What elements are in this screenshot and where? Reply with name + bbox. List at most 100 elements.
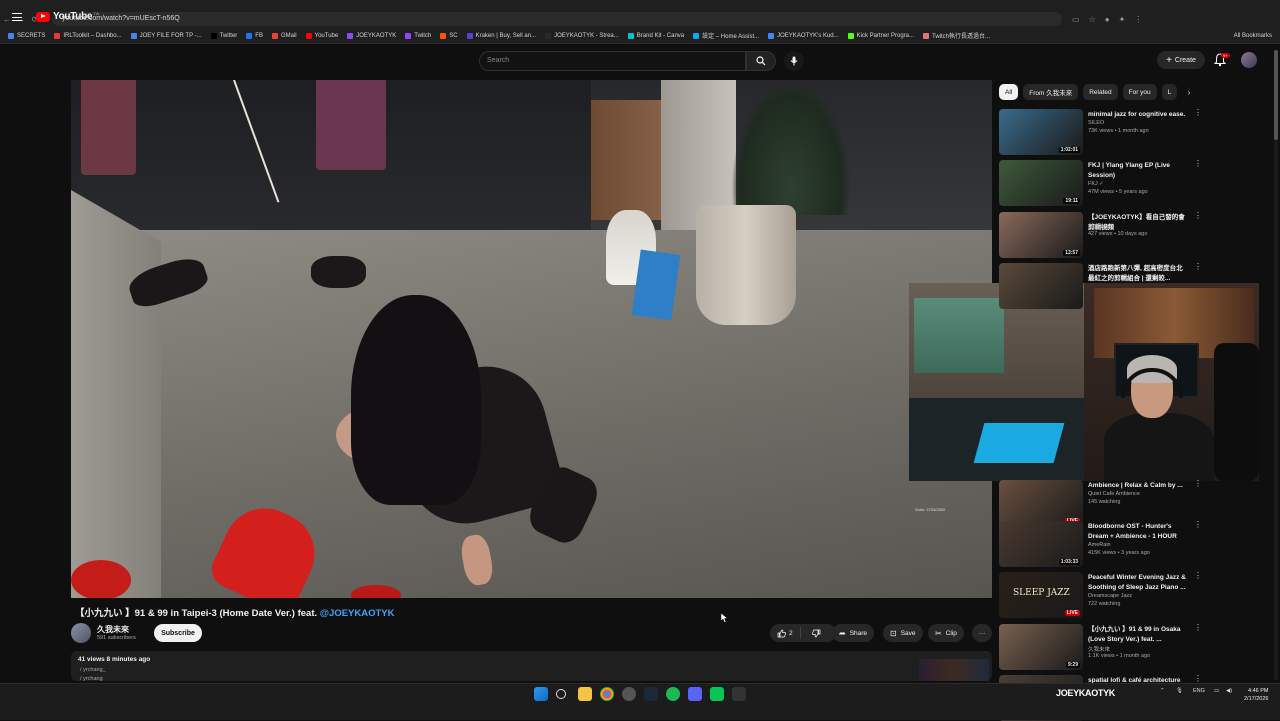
- scrollbar-thumb[interactable]: [1274, 50, 1278, 140]
- bookmark-item[interactable]: 設定 – Home Assist...: [693, 31, 759, 40]
- all-bookmarks-button[interactable]: All Bookmarks: [1234, 33, 1272, 39]
- more-options-icon[interactable]: ⋮: [1194, 675, 1202, 683]
- url-field[interactable]: youtube.com/watch?v=mUEscT-n56Q: [52, 12, 1062, 26]
- recommendation-item[interactable]: 19:11 FKJ | Ylang Ylang EP (Live Session)…: [999, 160, 1267, 206]
- more-options-icon[interactable]: ⋮: [1194, 109, 1202, 117]
- more-options-icon[interactable]: ⋮: [1194, 212, 1202, 220]
- video-thumbnail[interactable]: 1:02:01: [999, 109, 1083, 155]
- cast-icon[interactable]: ▭: [1072, 15, 1080, 24]
- subscribe-button[interactable]: Subscribe: [154, 624, 202, 642]
- description-link[interactable]: / yrchang: [80, 676, 103, 681]
- recommendation-channel[interactable]: FKJ ✓: [1088, 181, 1104, 187]
- recommendation-channel[interactable]: SILEO: [1088, 120, 1104, 126]
- filter-chip[interactable]: L: [1161, 84, 1178, 100]
- discord-icon[interactable]: [688, 687, 702, 701]
- chevron-right-icon[interactable]: ›: [1183, 84, 1195, 100]
- filter-chip[interactable]: All: [999, 84, 1019, 100]
- create-button[interactable]: + Create: [1157, 51, 1205, 69]
- line-icon[interactable]: [710, 687, 724, 701]
- bookmark-item[interactable]: JOEYKAOTYK: [347, 32, 396, 39]
- more-options-icon[interactable]: ⋮: [1194, 263, 1202, 271]
- youtube-logo[interactable]: YouTube TW: [36, 11, 99, 22]
- dislike-button[interactable]: [805, 629, 828, 638]
- account-avatar[interactable]: [1241, 52, 1257, 68]
- taskbar-search-icon[interactable]: [556, 689, 566, 699]
- network-icon[interactable]: ▭: [1214, 688, 1219, 694]
- bookmark-item[interactable]: JOEYKAOTYK - Strea...: [545, 32, 619, 39]
- channel-name[interactable]: 久我未來: [97, 624, 129, 635]
- more-options-icon[interactable]: ⋮: [1194, 160, 1202, 168]
- tray-chevron-icon[interactable]: ⌃: [1160, 688, 1165, 694]
- bookmark-item[interactable]: GMail: [271, 32, 297, 39]
- bookmark-item[interactable]: IRLToolkit – Dashbo...: [54, 32, 122, 39]
- bookmark-item[interactable]: Kick Partner Progra...: [847, 32, 914, 39]
- more-actions-button[interactable]: ···: [972, 624, 992, 642]
- bookmark-item[interactable]: Twitch執行長透過台...: [923, 31, 990, 40]
- video-thumbnail[interactable]: [999, 263, 1083, 309]
- share-button[interactable]: ➦ Share: [832, 624, 875, 642]
- more-options-icon[interactable]: ⋮: [1194, 572, 1202, 580]
- more-options-icon[interactable]: ⋮: [1194, 521, 1202, 529]
- recommendation-item[interactable]: 13:57 【JOEYKAOTYK】看自己發的會剪輯視頻 久我未來 427 views…: [999, 212, 1267, 258]
- video-thumbnail[interactable]: LIVE: [999, 480, 1083, 526]
- more-options-icon[interactable]: ⋮: [1194, 480, 1202, 488]
- voice-search-button[interactable]: [784, 51, 804, 71]
- video-thumbnail[interactable]: 19:11: [999, 160, 1083, 206]
- file-explorer-icon[interactable]: [578, 687, 592, 701]
- recommendation-channel[interactable]: AmeRain: [1088, 542, 1111, 548]
- recommendation-item[interactable]: 1:02:01 minimal jazz for cognitive ease. S…: [999, 109, 1267, 155]
- spotify-icon[interactable]: [666, 687, 680, 701]
- more-options-icon[interactable]: ⋮: [1194, 624, 1202, 632]
- search-input[interactable]: Search: [479, 51, 746, 71]
- page-scrollbar[interactable]: [1274, 50, 1278, 680]
- like-button[interactable]: 2: [770, 627, 801, 639]
- recommendation-channel[interactable]: 久我未來: [1088, 223, 1110, 231]
- video-thumbnail[interactable]: 9:29: [999, 624, 1083, 670]
- recommendation-channel[interactable]: Quiet Cafe Ambience: [1088, 491, 1140, 497]
- search-button[interactable]: [746, 51, 776, 71]
- recommendation-item[interactable]: LIVE Ambience | Relax & Calm by ...Quiet …: [999, 480, 1267, 526]
- microphone-tray-icon[interactable]: 🎙: [1176, 688, 1183, 694]
- bookmark-item[interactable]: JOEY FILE FOR TP -...: [130, 32, 202, 39]
- description-box[interactable]: [71, 651, 992, 681]
- bookmark-item[interactable]: Twitch: [405, 32, 431, 39]
- recommendation-channel[interactable]: Dreamscape Jazz: [1088, 593, 1132, 599]
- app-icon[interactable]: [622, 687, 636, 701]
- filter-chip[interactable]: Related: [1083, 84, 1118, 100]
- windows-start-icon[interactable]: [534, 687, 548, 701]
- video-thumbnail[interactable]: 1:03:33: [999, 521, 1083, 567]
- bookmark-item[interactable]: Kraken | Buy, Sell an...: [466, 32, 536, 39]
- bookmark-star-icon[interactable]: ☆: [1089, 15, 1096, 24]
- bookmark-item[interactable]: FB: [246, 32, 263, 39]
- volume-icon[interactable]: ◀): [1226, 688, 1232, 694]
- bookmark-item[interactable]: JOEYKAOTYK's Kud...: [768, 32, 839, 39]
- clip-button[interactable]: ✂ Clip: [928, 624, 964, 642]
- filter-chip[interactable]: From 久我未來: [1023, 84, 1079, 100]
- recommendation-title[interactable]: 【小九九い 】91 & 99 in Osaka (Love Story Ver.…: [1088, 625, 1190, 644]
- recommendation-channel[interactable]: 久我未來: [1088, 645, 1110, 653]
- recommendation-title[interactable]: minimal jazz for cognitive ease.: [1088, 110, 1190, 120]
- video-player[interactable]: [71, 80, 992, 598]
- extensions-puzzle-icon[interactable]: ✦: [1119, 15, 1126, 24]
- title-mention-link[interactable]: @JOEYKAOTYK: [320, 608, 395, 619]
- bookmark-item[interactable]: Twitter: [210, 32, 237, 39]
- video-thumbnail[interactable]: SLEEP JAZZ LIVE: [999, 572, 1083, 618]
- save-button[interactable]: ⊡ Save: [883, 624, 923, 642]
- bookmark-item[interactable]: Brand Kit - Canva: [627, 32, 684, 39]
- language-indicator[interactable]: ENG: [1193, 688, 1205, 694]
- description-link[interactable]: / yrchang_: [80, 667, 106, 673]
- recommendation-title[interactable]: 酒店路跑新第八彈, 超高密度台北 最紅之的剪輯組合 | 還剩皎...: [1088, 264, 1190, 283]
- audio-app-icon[interactable]: [732, 687, 746, 701]
- menu-kebab-icon[interactable]: ⋮: [1134, 15, 1142, 24]
- channel-avatar[interactable]: [71, 623, 91, 643]
- bookmark-item[interactable]: SECRETS: [8, 32, 45, 39]
- recommendation-title[interactable]: Bloodborne OST - Hunter's Dream + Ambien…: [1088, 522, 1190, 541]
- system-clock[interactable]: 4:46 PM 2/17/2026: [1244, 687, 1268, 703]
- recommendation-item[interactable]: 酒店路跑新第八彈, 超高密度台北 最紅之的剪輯組合 | 還剩皎... ⋮: [999, 263, 1267, 309]
- extension-icon[interactable]: ●: [1105, 15, 1110, 24]
- hamburger-menu-icon[interactable]: [12, 13, 22, 21]
- recommendation-title[interactable]: Ambience | Relax & Calm by ...: [1088, 481, 1190, 491]
- recommendation-title[interactable]: Peaceful Winter Evening Jazz & Soothing …: [1088, 573, 1190, 592]
- bookmark-item[interactable]: YouTube: [305, 32, 338, 39]
- chrome-icon[interactable]: [600, 687, 614, 701]
